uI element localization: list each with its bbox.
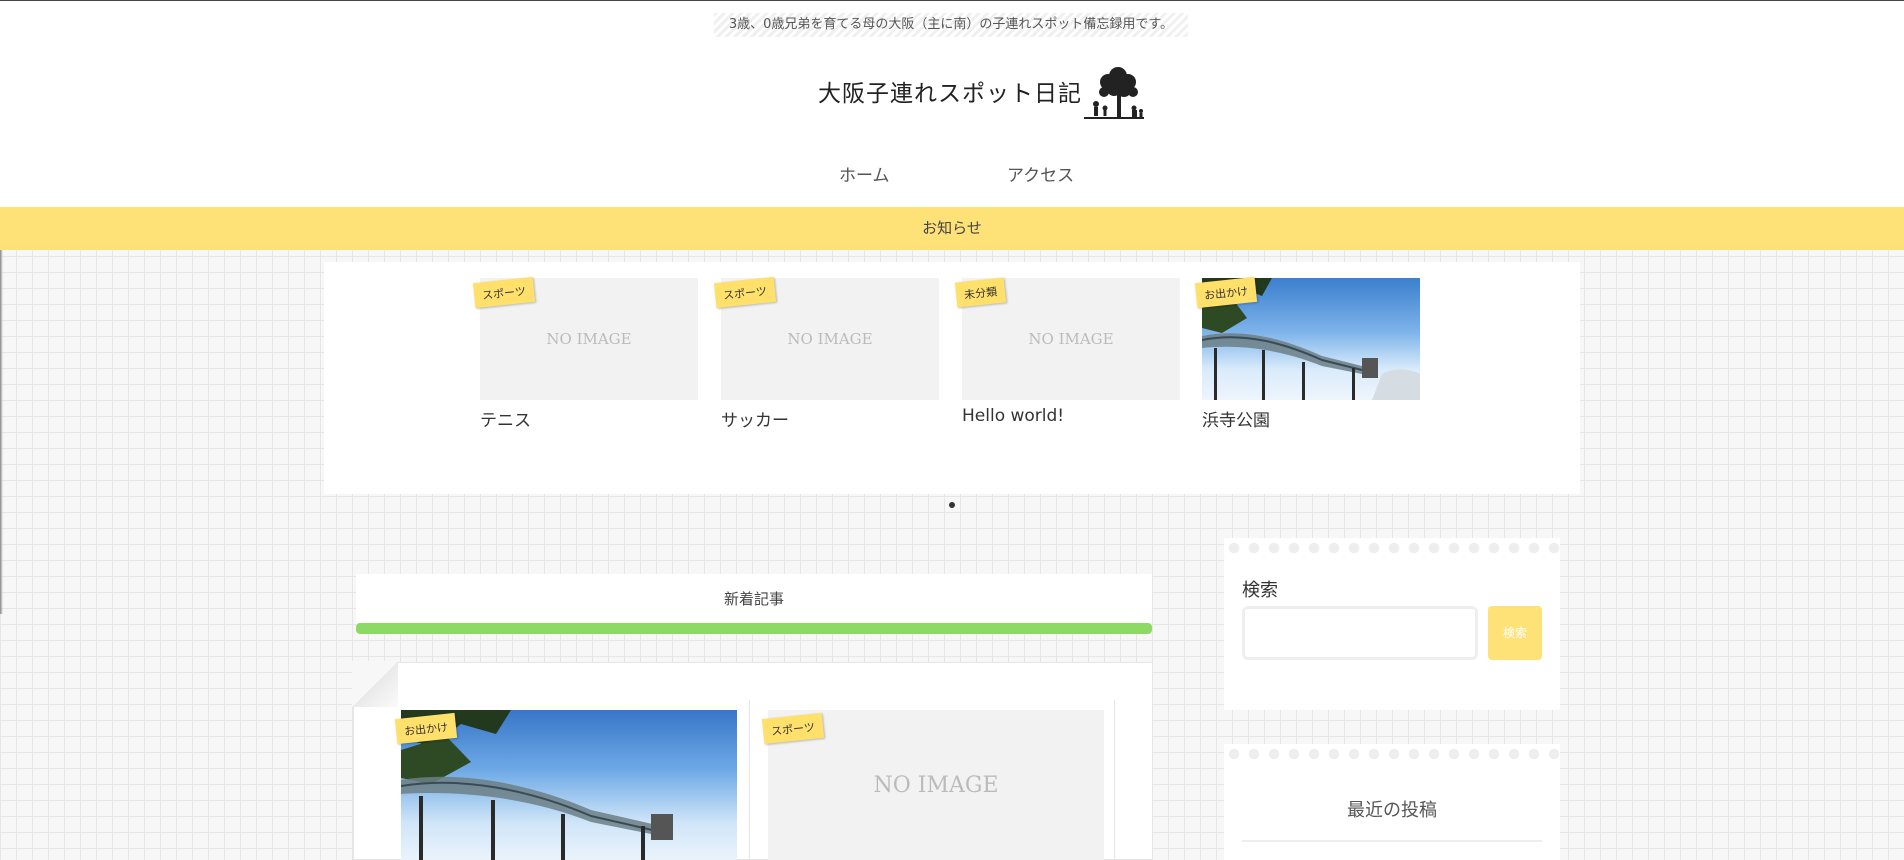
no-image-placeholder: NO IMAGE [1028, 330, 1114, 348]
recent-posts-widget: 最近の投稿 [1224, 744, 1560, 860]
slider-pager-dot[interactable] [949, 502, 955, 508]
nav-item-home[interactable]: ホーム [839, 161, 890, 191]
new-posts-heading: 新着記事 [356, 574, 1152, 634]
slide-title[interactable]: テニス [480, 406, 698, 431]
search-widget-title: 検索 [1242, 580, 1278, 601]
category-tag[interactable]: 未分類 [954, 277, 1007, 308]
slide-title[interactable]: サッカー [721, 406, 939, 431]
no-image-placeholder: NO IMAGE [546, 330, 632, 348]
global-nav: ホーム アクセス [0, 161, 1904, 191]
search-input[interactable] [1242, 606, 1478, 660]
slide-title[interactable]: 浜寺公園 [1202, 406, 1420, 431]
site-tagline: 3歳、0歳兄弟を育てる母の大阪（主に南）の子連れスポット備忘録用です。 [714, 13, 1188, 37]
post-divider [1114, 700, 1115, 860]
site-header: 3歳、0歳兄弟を育てる母の大阪（主に南）の子連れスポット備忘録用です。 大阪子連… [0, 0, 1904, 207]
site-title[interactable]: 大阪子連れスポット日記 [818, 74, 1082, 108]
post-divider [749, 700, 750, 860]
section-underline [356, 623, 1152, 634]
slide-title[interactable]: Hello world! [962, 406, 1180, 426]
recent-posts-title: 最近の投稿 [1347, 800, 1437, 821]
search-widget: 検索 検索 [1224, 538, 1560, 710]
featured-slider: NO IMAGE テニス スポーツ NO IMAGE サッカー スポーツ NO … [324, 262, 1580, 494]
widget-title-divider [1242, 840, 1542, 842]
nav-item-access[interactable]: アクセス [1007, 161, 1074, 191]
search-button[interactable]: 検索 [1488, 606, 1542, 660]
no-image-placeholder: NO IMAGE [787, 330, 873, 348]
widget-dot-border [1224, 538, 1560, 558]
section-title: 新着記事 [723, 590, 784, 608]
widget-dot-border [1224, 744, 1560, 764]
tree-with-children-icon [1084, 67, 1144, 119]
notice-bar[interactable]: お知らせ [0, 207, 1904, 250]
page-curl [352, 661, 398, 707]
site-logo[interactable]: 大阪子連れスポット日記 [818, 61, 1148, 121]
no-image-placeholder: NO IMAGE [873, 772, 999, 798]
